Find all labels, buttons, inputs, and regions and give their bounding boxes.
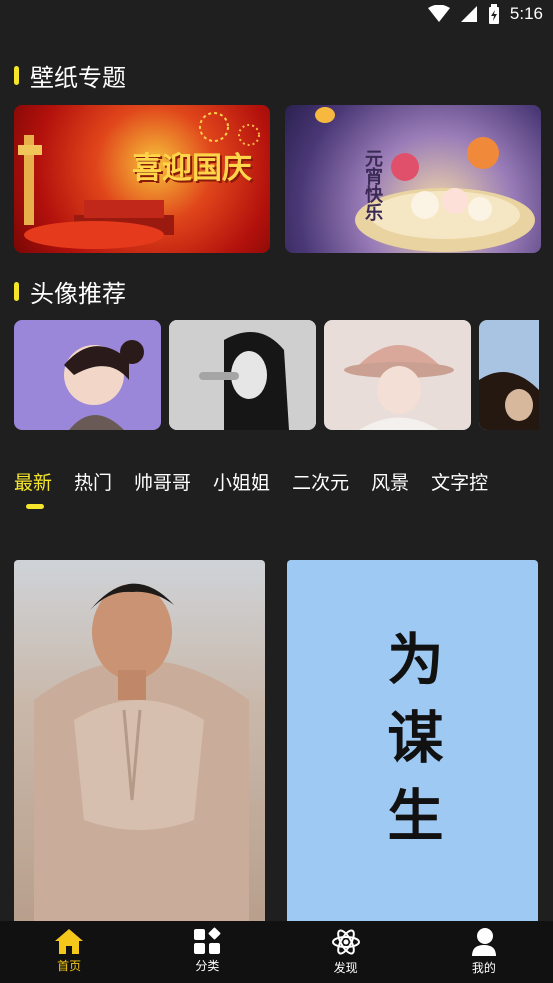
status-time: 5:16 [509,4,543,23]
nav-discover[interactable]: 发现 [277,921,415,983]
banner-caption: 元宵快乐 [362,149,383,221]
avatar-recommend-header: 头像推荐 [14,274,126,309]
active-tab-indicator [26,504,44,509]
status-icons: 5:16 [427,4,543,24]
nav-label: 分类 [195,959,220,973]
profile-icon [471,928,496,956]
avatar-thumbnail[interactable] [14,320,161,430]
home-icon [55,929,84,954]
banner-national-day[interactable]: 喜迎国庆 [14,105,270,253]
section-title: 壁纸专题 [30,64,126,92]
avatar-illustration [64,340,144,430]
battery-icon [488,4,499,24]
signal-icon [460,6,477,22]
avatar-illustration [344,345,454,430]
status-bar: 5:16 [0,0,553,30]
avatar-thumbnail[interactable] [169,320,316,430]
tab-handsome[interactable]: 帅哥哥 [134,468,191,495]
nav-home[interactable]: 首页 [0,921,138,983]
banner-lantern-festival[interactable]: 元宵快乐 [285,105,541,253]
tab-hot[interactable]: 热门 [74,468,112,495]
tab-anime[interactable]: 二次元 [292,468,349,495]
wallpaper-illustration [34,583,249,925]
tab-scenery[interactable]: 风景 [371,468,409,495]
avatar-thumbnail[interactable] [479,320,539,430]
tab-latest[interactable]: 最新 [14,468,52,495]
tab-girls[interactable]: 小姐姐 [213,468,270,495]
wallpaper-topics-header: 壁纸专题 [14,58,126,93]
nav-profile[interactable]: 我的 [415,921,553,983]
wifi-icon [427,5,450,22]
category-tabs: 最新 热门 帅哥哥 小姐姐 二次元 风景 文字控 [14,468,510,495]
nav-label: 首页 [57,959,82,973]
nav-category[interactable]: 分类 [138,921,276,983]
wallpaper-card[interactable] [14,560,265,925]
bottom-navigation: 首页 分类 发现 我的 [0,921,553,983]
section-title: 头像推荐 [30,280,126,308]
nav-label: 我的 [471,961,496,975]
category-icon [194,927,221,954]
avatar-illustration [169,320,316,430]
avatar-illustration [479,372,539,430]
avatar-thumbnail[interactable] [324,320,471,430]
title-accent-bar [14,282,19,301]
wallpaper-card[interactable]: 为谋生 [287,560,538,925]
banner-caption: 喜迎国庆 [132,151,252,186]
wallpaper-text: 为谋生 [378,630,444,864]
discover-icon [331,929,360,955]
banner-illustration [315,107,535,252]
nav-label: 发现 [333,961,358,975]
title-accent-bar [14,66,19,85]
tab-text[interactable]: 文字控 [431,468,488,495]
